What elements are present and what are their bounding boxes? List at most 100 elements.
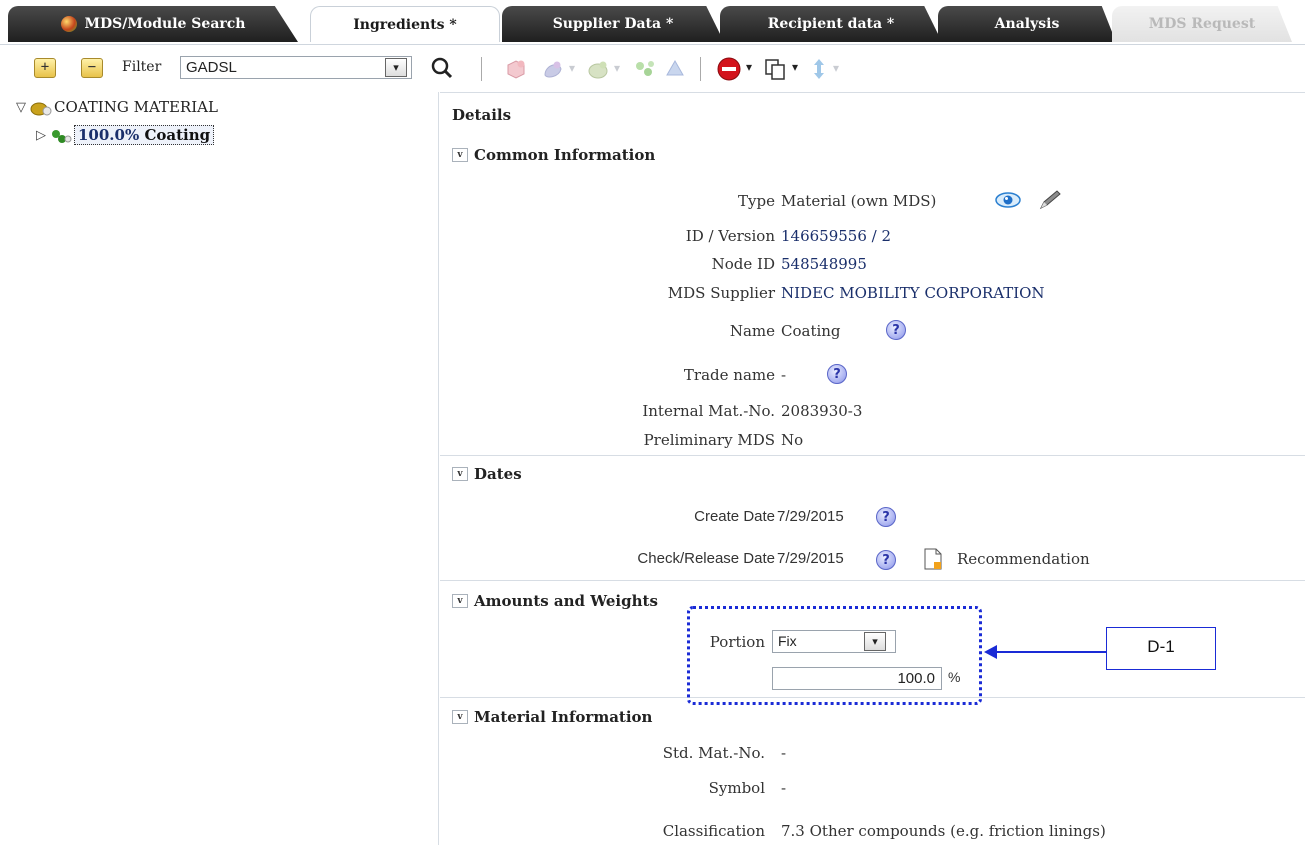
copy-button[interactable] xyxy=(762,56,788,82)
section-common-information[interactable]: v Common Information xyxy=(452,146,655,164)
add-component-button[interactable] xyxy=(541,56,565,82)
tab-mds-request: MDS Request xyxy=(1112,6,1292,42)
filter-value: GADSL xyxy=(186,59,237,76)
copy-dropdown-icon[interactable]: ▾ xyxy=(792,60,798,74)
tree-node-coating-material[interactable]: ▽ COATING MATERIAL xyxy=(16,98,218,116)
delete-dropdown-icon[interactable]: ▾ xyxy=(746,60,752,74)
type-value: Material (own MDS) xyxy=(781,192,937,210)
chevron-down-icon: ▾ xyxy=(393,61,399,74)
section-title: Dates xyxy=(474,465,522,483)
section-divider xyxy=(440,455,1305,456)
tab-ingredients[interactable]: Ingredients * xyxy=(310,6,500,42)
copy-icon xyxy=(765,59,785,80)
filter-label: Filter xyxy=(122,59,162,75)
delete-button[interactable] xyxy=(715,55,743,83)
collapse-icon: − xyxy=(81,58,103,78)
type-label: Type xyxy=(738,192,775,210)
name-label: Name xyxy=(729,322,775,340)
symbol-value: - xyxy=(781,779,787,797)
move-up-down-icon xyxy=(814,59,824,79)
component-dropdown-icon[interactable]: ▾ xyxy=(569,61,575,75)
mds-supplier-value: NIDEC MOBILITY CORPORATION xyxy=(781,284,1045,302)
annotation-label-box: D-1 xyxy=(1106,627,1216,670)
symbol-label: Symbol xyxy=(708,779,765,797)
move-dropdown-icon[interactable]: ▾ xyxy=(833,61,839,75)
annotation-arrow xyxy=(996,651,1106,653)
help-icon[interactable]: ? xyxy=(876,550,896,570)
details-title: Details xyxy=(452,106,512,124)
tab-bar: MDS/Module Search Ingredients * Supplier… xyxy=(0,0,1305,45)
help-icon[interactable]: ? xyxy=(876,507,896,527)
std-mat-no-value: - xyxy=(781,744,787,762)
chevron-down-icon[interactable]: v xyxy=(452,710,468,724)
tree-node-selected: 100.0% Coating xyxy=(74,125,215,145)
material-icon xyxy=(588,61,608,79)
mds-supplier-label: MDS Supplier xyxy=(667,284,775,302)
tab-label: MDS Request xyxy=(1148,16,1256,32)
create-date-value: 7/29/2015 xyxy=(777,508,844,525)
tab-recipient-data[interactable]: Recipient data * xyxy=(720,6,942,42)
imds-logo-icon xyxy=(60,16,77,32)
section-title: Material Information xyxy=(474,708,653,726)
expand-icon: + xyxy=(34,58,56,78)
tree-node-label: COATING MATERIAL xyxy=(54,98,218,116)
toolbar-separator xyxy=(481,57,482,81)
tab-label: Analysis xyxy=(994,16,1060,32)
eye-icon xyxy=(995,192,1021,208)
structure-tree-panel xyxy=(8,92,439,845)
add-basic-substance-button[interactable] xyxy=(662,56,688,82)
material-node-icon xyxy=(30,100,52,116)
tree-toggle[interactable]: ▷ xyxy=(36,128,46,143)
tab-analysis[interactable]: Analysis xyxy=(938,6,1116,42)
preliminary-mds-value: No xyxy=(781,431,804,449)
part-cube-icon xyxy=(507,60,525,79)
move-button[interactable] xyxy=(808,56,830,82)
section-material-information[interactable]: v Material Information xyxy=(452,708,652,726)
edit-button[interactable] xyxy=(1037,188,1063,212)
internal-mat-no-label: Internal Mat.-No. xyxy=(642,402,775,420)
search-button[interactable] xyxy=(428,55,456,81)
add-part-button[interactable] xyxy=(503,56,529,82)
tab-label: Recipient data * xyxy=(767,16,895,32)
check-release-date-value: 7/29/2015 xyxy=(777,550,844,567)
tree-toggle[interactable]: ▽ xyxy=(16,100,26,115)
name-value: Coating xyxy=(781,322,841,340)
search-icon xyxy=(431,57,453,79)
classification-value: 7.3 Other compounds (e.g. friction linin… xyxy=(781,822,1106,840)
add-substance-button[interactable] xyxy=(632,56,658,82)
node-id-value: 548548995 xyxy=(781,255,867,273)
id-version-value: 146659556 / 2 xyxy=(781,227,892,245)
annotation-arrowhead-icon xyxy=(984,645,997,659)
filter-select[interactable]: GADSL xyxy=(180,56,412,79)
tab-supplier-data[interactable]: Supplier Data * xyxy=(502,6,724,42)
tab-mds-module-search[interactable]: MDS/Module Search xyxy=(8,6,298,42)
component-icon xyxy=(544,61,562,78)
chevron-down-icon[interactable]: v xyxy=(452,467,468,481)
internal-mat-no-value: 2083930-3 xyxy=(781,402,863,420)
chevron-down-icon[interactable]: v xyxy=(452,594,468,608)
expand-all-button[interactable]: + xyxy=(34,58,56,78)
std-mat-no-label: Std. Mat.-No. xyxy=(662,744,765,762)
create-date-label: Create Date xyxy=(694,508,775,525)
trade-name-value: - xyxy=(781,366,787,384)
basic-substance-icon xyxy=(666,59,684,76)
view-button[interactable] xyxy=(995,189,1021,211)
add-material-button[interactable] xyxy=(586,56,610,82)
tree-node-coating[interactable]: ▷ 100.0% Coating xyxy=(36,125,215,145)
help-icon[interactable]: ? xyxy=(827,364,847,384)
filter-dropdown-button[interactable]: ▾ xyxy=(385,58,407,77)
recommendation-document-icon xyxy=(922,546,944,572)
section-amounts-and-weights[interactable]: v Amounts and Weights xyxy=(452,592,658,610)
id-version-label: ID / Version xyxy=(685,227,775,245)
section-dates[interactable]: v Dates xyxy=(452,465,522,483)
chevron-down-icon[interactable]: v xyxy=(452,148,468,162)
tree-node-label: Coating xyxy=(144,126,211,144)
help-icon[interactable]: ? xyxy=(886,320,906,340)
trade-name-label: Trade name xyxy=(683,366,775,384)
toolbar-separator xyxy=(700,57,701,81)
recommendation-link[interactable]: Recommendation xyxy=(957,550,1090,568)
collapse-all-button[interactable]: − xyxy=(81,58,103,78)
material-dropdown-icon[interactable]: ▾ xyxy=(614,61,620,75)
preliminary-mds-label: Preliminary MDS xyxy=(643,431,775,449)
check-release-date-label: Check/Release Date xyxy=(637,550,775,567)
